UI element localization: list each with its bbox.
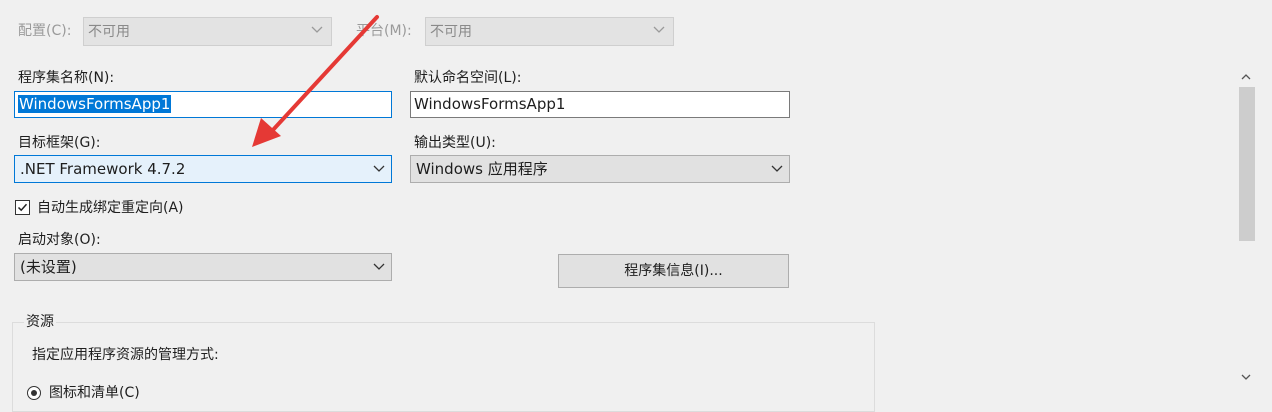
- target-framework-label: 目标框架(G):: [18, 135, 101, 151]
- scroll-down-icon[interactable]: [1241, 374, 1251, 381]
- config-dropdown[interactable]: 不可用: [83, 17, 332, 46]
- startup-object-label: 启动对象(O):: [18, 232, 101, 248]
- autobind-checkbox[interactable]: [15, 200, 30, 215]
- scrollbar-thumb[interactable]: [1239, 87, 1255, 241]
- platform-label: 平台(M):: [356, 23, 412, 39]
- scroll-up-icon[interactable]: [1241, 73, 1251, 80]
- platform-dropdown[interactable]: 不可用: [425, 17, 674, 46]
- chevron-down-icon: [373, 263, 385, 270]
- resources-group: [12, 322, 875, 412]
- startup-object-dropdown[interactable]: (未设置): [14, 253, 392, 281]
- config-label: 配置(C):: [18, 23, 72, 39]
- assembly-name-input[interactable]: WindowsFormsApp1: [14, 91, 392, 118]
- target-framework-value: .NET Framework 4.7.2: [20, 160, 186, 178]
- chevron-down-icon: [653, 26, 665, 33]
- target-framework-dropdown[interactable]: .NET Framework 4.7.2: [14, 155, 392, 183]
- default-namespace-value: WindowsFormsApp1: [414, 95, 566, 113]
- chevron-down-icon: [771, 165, 783, 172]
- resources-title: 资源: [24, 313, 56, 331]
- startup-object-value: (未设置): [20, 258, 77, 276]
- assembly-name-value: WindowsFormsApp1: [18, 95, 172, 113]
- platform-value: 不可用: [430, 24, 472, 40]
- chevron-down-icon: [373, 165, 385, 172]
- config-value: 不可用: [88, 24, 130, 40]
- default-namespace-label: 默认命名空间(L):: [414, 70, 522, 86]
- autobind-label[interactable]: 自动生成绑定重定向(A): [37, 199, 184, 217]
- assembly-info-button[interactable]: 程序集信息(I)...: [558, 254, 789, 288]
- icon-manifest-label[interactable]: 图标和清单(C): [49, 384, 140, 402]
- icon-manifest-radio[interactable]: [27, 386, 41, 400]
- resources-description: 指定应用程序资源的管理方式:: [32, 347, 219, 363]
- checkmark-icon: [17, 203, 28, 212]
- output-type-value: Windows 应用程序: [416, 160, 548, 178]
- output-type-label: 输出类型(U):: [414, 135, 496, 151]
- default-namespace-input[interactable]: WindowsFormsApp1: [410, 91, 790, 118]
- assembly-name-label: 程序集名称(N):: [18, 70, 115, 86]
- chevron-down-icon: [311, 26, 323, 33]
- output-type-dropdown[interactable]: Windows 应用程序: [410, 155, 790, 183]
